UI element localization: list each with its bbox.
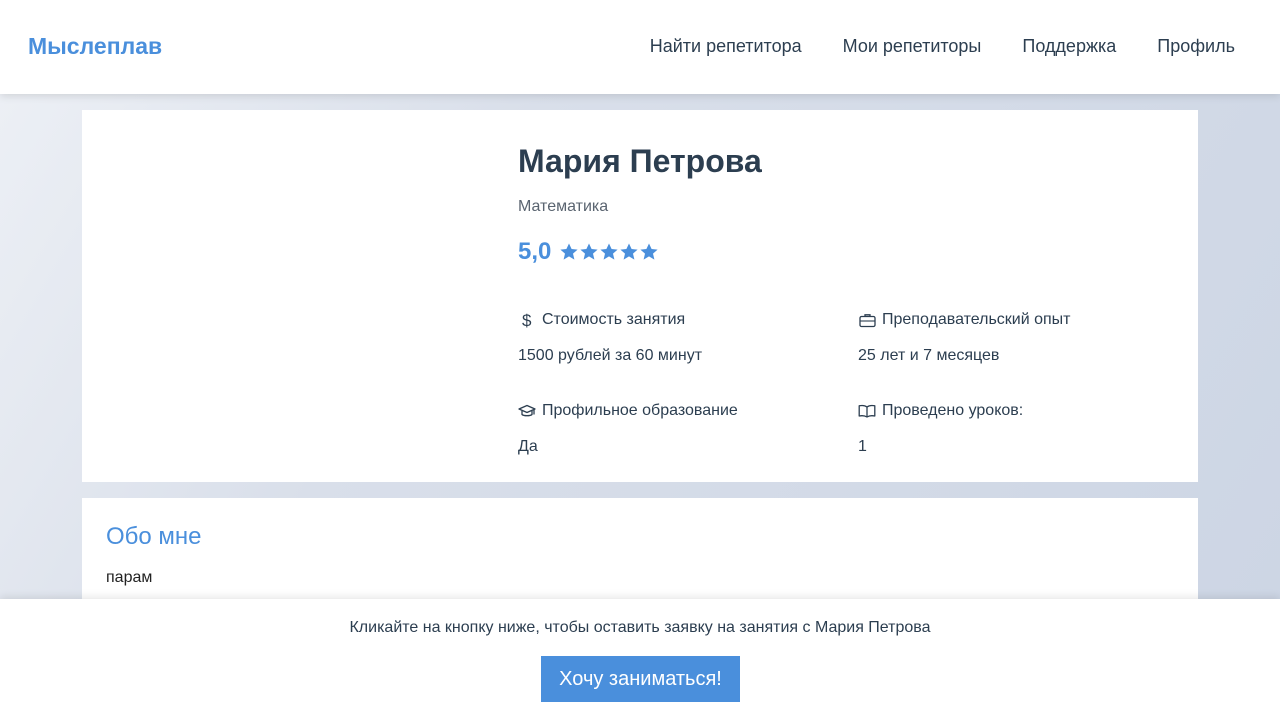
main-nav: Найти репетитора Мои репетиторы Поддержк… [609,36,1235,57]
lessons-value: 1 [858,438,867,455]
experience-value: 25 лет и 7 месяцев [858,347,1000,364]
price-info: $ Стоимость занятия 1500 рублей за 60 ми… [518,311,702,365]
cta-prompt: Кликайте на кнопку ниже, чтобы оставить … [349,619,931,636]
brand-logo-link[interactable]: Мыслеплав [28,33,162,60]
tutor-profile-card: Мария Петрова Математика 5,0 $ Стоимость… [82,110,1198,482]
svg-text:$: $ [522,311,532,329]
star-icon [560,243,578,260]
education-label: Профильное образование [542,402,738,419]
nav-my-tutors[interactable]: Мои репетиторы [843,36,982,57]
price-label: Стоимость занятия [542,311,686,328]
tutor-rating: 5,0 [518,238,659,266]
about-title: Обо мне [106,523,202,550]
lessons-label: Проведено уроков: [882,402,1024,419]
experience-info: Преподавательский опыт 25 лет и 7 месяце… [858,311,1071,365]
about-text: парам [106,569,153,586]
top-navbar: Мыслеплав Найти репетитора Мои репетитор… [0,0,1280,94]
star-icon [580,243,598,260]
star-icon [600,243,618,260]
price-value: 1500 рублей за 60 минут [518,347,703,364]
nav-profile[interactable]: Профиль [1157,36,1235,57]
tutor-subject: Математика [518,198,609,215]
want-to-study-button[interactable]: Хочу заниматься! [541,656,740,702]
lessons-info: Проведено уроков: 1 [858,402,1023,456]
tutor-name: Мария Петрова [518,143,762,179]
book-icon [858,402,876,420]
rating-stars [559,242,659,262]
experience-label: Преподавательский опыт [882,311,1071,328]
education-info: Профильное образование Да [518,402,738,456]
star-icon [620,243,638,260]
nav-support[interactable]: Поддержка [1022,36,1116,57]
nav-find-tutor[interactable]: Найти репетитора [650,36,802,57]
dollar-icon: $ [518,311,536,329]
cta-footer: Кликайте на кнопку ниже, чтобы оставить … [0,599,1280,720]
briefcase-icon [858,311,876,329]
star-icon [640,243,658,260]
education-value: Да [518,438,538,455]
rating-value: 5,0 [518,238,552,265]
graduation-cap-icon [518,402,536,420]
